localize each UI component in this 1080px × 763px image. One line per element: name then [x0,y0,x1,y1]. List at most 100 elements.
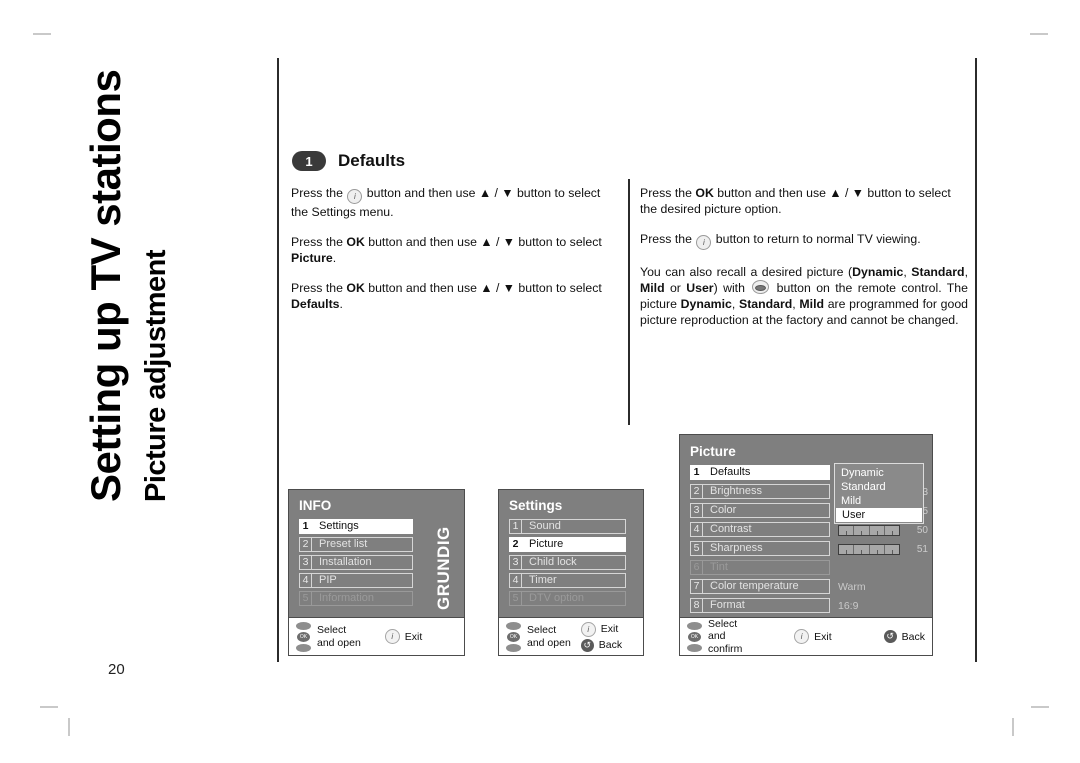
back-button-icon[interactable]: ↺ [883,630,897,643]
osd-menu-item-label: Sound [522,519,626,534]
grundig-brand-text: GRUNDIG [434,526,453,610]
osd-menu-item-label: Color [703,503,830,518]
osd-value-number: 51 [916,544,928,555]
osd-menu-item-label: Information [312,591,413,606]
osd-menu-item-label: Format [703,598,830,613]
picture-preset-option[interactable]: Dynamic [835,466,923,480]
bar-segment [885,526,899,535]
picture-preset-option[interactable]: Standard [835,480,923,494]
crop-mark-bottom-left-h [40,706,58,708]
nav-up-icon[interactable] [296,621,311,630]
picture-preset-option[interactable]: User [836,508,922,522]
navigation-pad-icon[interactable]: OK [296,621,311,652]
bar-segment [870,545,885,554]
osd-menu-item-number: 4 [509,573,522,588]
paragraph: Press the OK button and then use ▲ / ▼ b… [291,280,617,312]
picture-preset-dropdown[interactable]: Dynamic Standard Mild User [834,463,924,524]
osd-menu-item-number: 1 [509,519,522,534]
osd-menu-item-label: DTV option [522,591,626,606]
text-run: Standard [739,297,793,311]
osd-value-row [836,560,928,579]
osd-menu-item[interactable]: 3 Installation [299,555,413,570]
osd-picture-footer-nav-line2: and confirm [708,630,743,655]
osd-menu-item[interactable]: 2 Picture [509,537,626,552]
text-run: ) with [713,281,751,295]
text-run: button and then use [364,281,481,295]
osd-menu-item[interactable]: 3 Color [690,503,830,518]
navigation-pad-icon[interactable]: OK [506,621,521,652]
osd-menu-item: 6 Tint [690,560,830,575]
osd-menu-item-number: 2 [299,537,312,552]
osd-level-bar[interactable] [838,544,900,555]
osd-menu-item[interactable]: 8 Format [690,598,830,613]
osd-level-bar[interactable] [838,525,900,536]
crop-mark-top-left-h [33,33,51,35]
osd-picture-rows: 1 Defaults 2 Brightness 3 Color 4 Contrast 5 Shar… [690,465,830,617]
text-run: Press the [640,186,696,200]
bar-segment [854,545,870,554]
text-run: Press the [291,235,347,249]
osd-menu-item[interactable]: 4 Timer [509,573,626,588]
osd-menu-item[interactable]: 5 Sharpness [690,541,830,556]
nav-up-icon[interactable] [687,621,702,630]
osd-menu-item-label: Preset list [312,537,413,552]
text-run: . [332,251,337,265]
osd-value-number: 50 [916,525,928,536]
osd-settings-footer-nav-line2: and open [527,636,571,649]
osd-menu-item-number: 2 [509,537,522,552]
osd-picture-footer-nav-line1: Select [708,617,738,630]
text-run: ▲ / ▼ [478,186,514,200]
osd-menu-item[interactable]: 1 Settings [299,519,413,534]
chapter-title-main: Setting up TV stations [82,69,129,502]
osd-menu-item-number: 4 [690,522,703,537]
osd-menu-item-number: 3 [690,503,703,518]
info-button-icon[interactable]: i [384,629,400,644]
nav-up-icon[interactable] [506,621,521,630]
osd-menu-item[interactable]: 4 Contrast [690,522,830,537]
back-button-icon[interactable]: ↺ [580,638,594,652]
osd-settings-rows: 1 Sound 2 Picture 3 Child lock 4 Timer 5 DTV opti… [509,519,626,609]
info-button-icon[interactable]: i [794,629,810,644]
osd-menu-item-label: PIP [312,573,413,588]
nav-down-icon[interactable] [296,643,311,652]
crop-mark-bottom-right-h [1031,706,1049,708]
text-run: User [686,281,714,295]
nav-down-icon[interactable] [506,643,521,652]
nav-ok-icon[interactable]: OK [507,631,520,642]
text-run: button and then use [713,186,830,200]
osd-picture-title: Picture [690,444,736,459]
osd-menu-item[interactable]: 3 Child lock [509,555,626,570]
nav-ok-icon[interactable]: OK [297,631,310,642]
osd-value-row: Warm [836,579,928,598]
picture-preset-option[interactable]: Mild [835,494,923,508]
osd-picture-footer-nav-label: Select and confirm [708,618,760,656]
osd-info-exit-label: Exit [404,630,423,643]
osd-menu-item-number: 1 [299,519,312,534]
page-number: 20 [108,661,125,678]
navigation-pad-icon[interactable]: OK [687,621,702,652]
osd-menu-item[interactable]: 2 Brightness [690,484,830,499]
osd-menu-item[interactable]: 1 Defaults [690,465,830,480]
osd-menu-item[interactable]: 1 Sound [509,519,626,534]
text-run: Press the [291,281,347,295]
osd-menu-item-number: 3 [299,555,312,570]
info-button-icon[interactable]: i [580,621,596,637]
info-button-icon: i [696,235,712,250]
info-button-icon: i [347,189,363,204]
nav-down-icon[interactable] [687,643,702,652]
osd-menu-item-label: Brightness [703,484,830,499]
osd-menu-item[interactable]: 2 Preset list [299,537,413,552]
text-run: , [731,297,739,311]
crop-mark-top-right-h [1030,33,1048,35]
osd-menu-item[interactable]: 4 PIP [299,573,413,588]
text-run: ▲ / ▼ [480,281,515,295]
nav-ok-icon[interactable]: OK [688,631,701,642]
osd-value-row: 16:9 [836,598,928,617]
text-run: Dynamic [680,297,732,311]
text-run: You can also recall a desired picture ( [640,265,853,279]
osd-menu-item[interactable]: 7 Color temperature [690,579,830,594]
text-run: ▲ / ▼ [829,186,864,200]
crop-mark-bottom-right-v [1012,718,1014,736]
text-run: . [339,297,343,311]
paragraph: Press the OK button and then use ▲ / ▼ b… [640,185,968,217]
